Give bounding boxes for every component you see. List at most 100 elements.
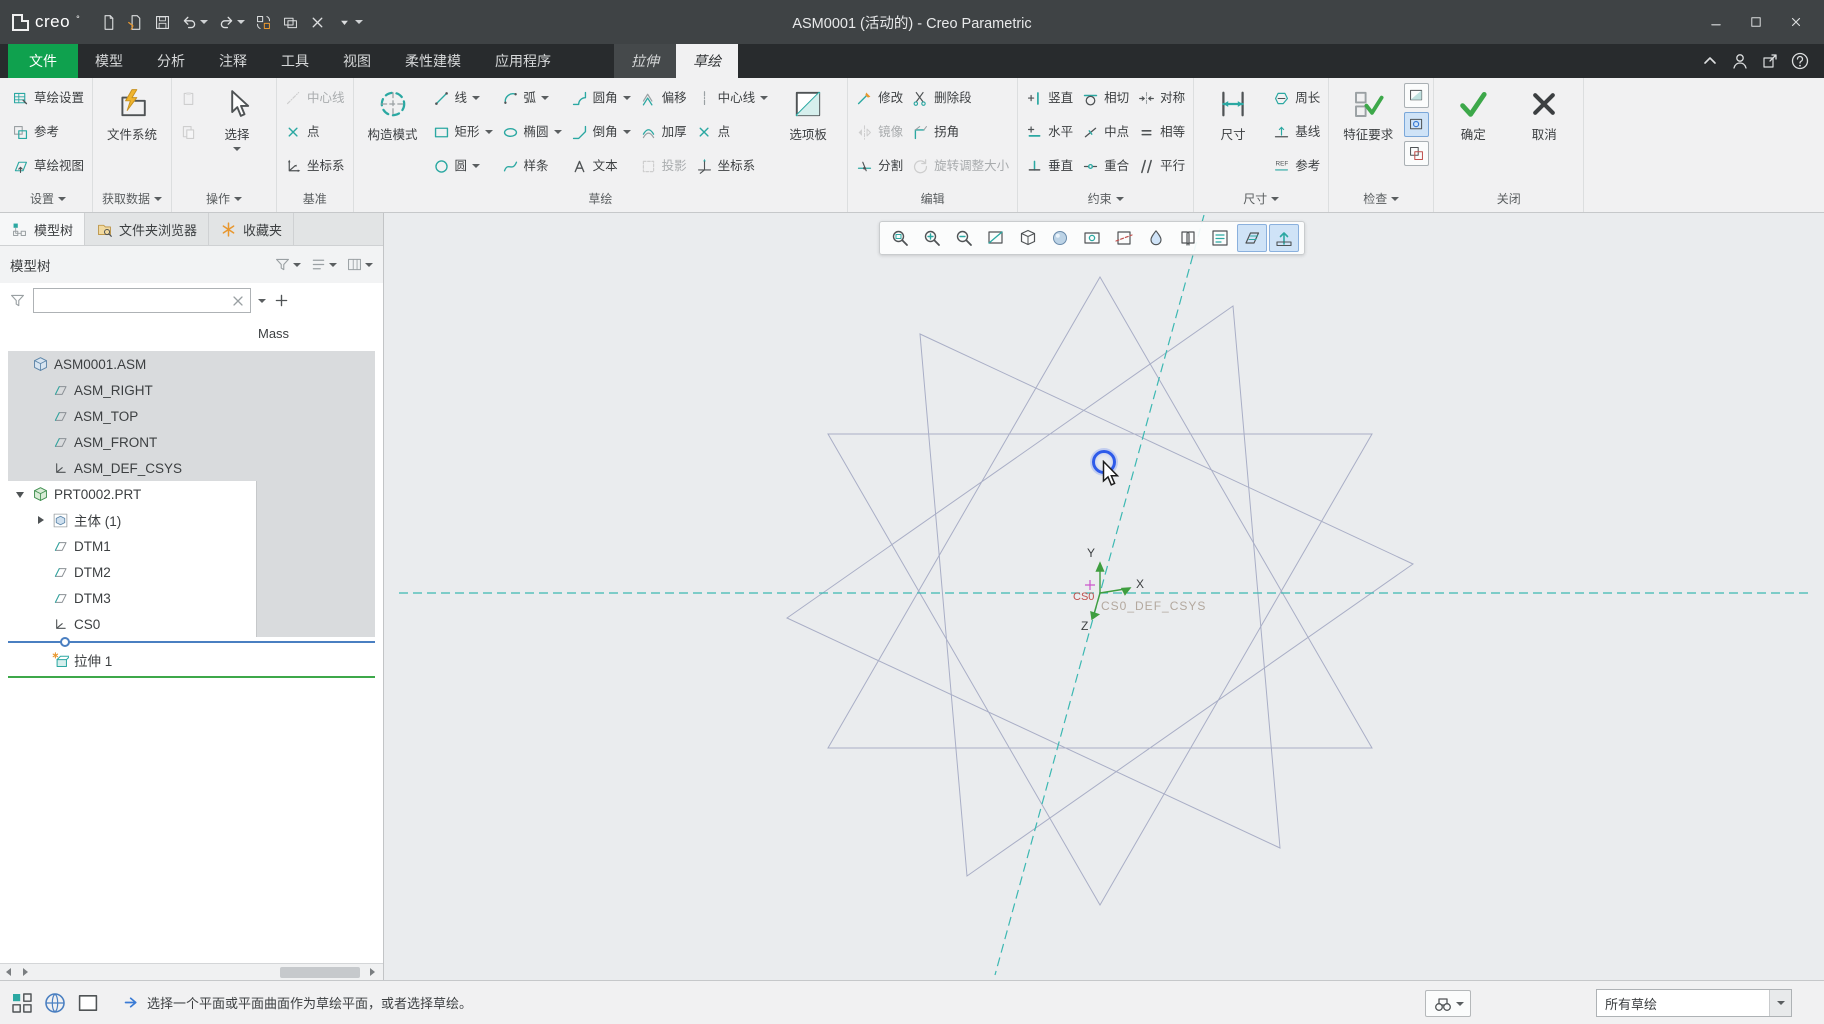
centerline2-button[interactable]: 中心线 — [692, 81, 773, 115]
symmetric-button[interactable]: 对称 — [1134, 81, 1189, 115]
point-button[interactable]: 点 — [281, 115, 349, 149]
tree-item[interactable]: DTM3 — [8, 585, 375, 611]
spline-button[interactable]: 样条 — [498, 149, 566, 183]
close-model-button[interactable] — [305, 9, 330, 35]
share-button[interactable] — [1760, 51, 1780, 71]
text-button[interactable]: 文本 — [567, 149, 635, 183]
ellipse-button[interactable]: 椭圆 — [498, 115, 566, 149]
sketch-view-button[interactable]: 草绘视图 — [8, 149, 88, 183]
dropdown-caret-icon[interactable] — [484, 130, 493, 134]
new-file-button[interactable] — [96, 9, 121, 35]
select-button[interactable]: 选择 — [202, 81, 272, 151]
windows-button[interactable] — [278, 9, 303, 35]
paste-button[interactable] — [176, 81, 201, 115]
insert-locator[interactable] — [8, 637, 375, 647]
ribbon-group-label[interactable]: 设置 — [8, 185, 88, 212]
mirror-button[interactable]: 镜像 — [852, 115, 907, 149]
dropdown-caret-icon[interactable] — [622, 96, 631, 100]
navigator-toggle-icon[interactable] — [10, 991, 34, 1015]
columns-display-button[interactable] — [346, 256, 373, 273]
rotate-resize-button[interactable]: 旋转调整大小 — [908, 149, 1013, 183]
tree-horizontal-scrollbar[interactable] — [0, 963, 383, 980]
minimize-button[interactable] — [1696, 7, 1736, 37]
redraw-button[interactable] — [981, 224, 1011, 252]
graphics-area[interactable]: Y X Z CS0 CS0_DEF_CSYS — [385, 213, 1824, 980]
tab-6[interactable]: 视图 — [326, 44, 388, 78]
open-file-button[interactable] — [123, 9, 148, 35]
sketch-setup-button[interactable]: 草绘设置 — [8, 81, 88, 115]
csys-button[interactable]: 坐标系 — [281, 149, 349, 183]
dropdown-caret-icon[interactable] — [760, 96, 769, 100]
fillet-button[interactable]: 圆角 — [567, 81, 635, 115]
dimension-button[interactable]: 尺寸 — [1198, 81, 1268, 143]
ribbon-group-label[interactable]: 操作 — [176, 185, 272, 212]
navigator-tab-model-tree[interactable]: 模型树 — [0, 213, 86, 245]
tab-5[interactable]: 工具 — [264, 44, 326, 78]
clear-search-icon[interactable] — [230, 293, 246, 309]
dropdown-caret-icon[interactable] — [553, 130, 562, 134]
maximize-button[interactable] — [1736, 7, 1776, 37]
line-button[interactable]: 线 — [429, 81, 497, 115]
palette-button[interactable]: 选项板 — [773, 81, 843, 143]
tab-3[interactable]: 分析 — [140, 44, 202, 78]
zoom-out-button[interactable] — [949, 224, 979, 252]
arc-button[interactable]: 弧 — [498, 81, 566, 115]
user-button[interactable] — [1730, 51, 1750, 71]
filter-settings-button[interactable] — [274, 256, 301, 273]
tab-8[interactable]: 应用程序 — [478, 44, 568, 78]
tree-item[interactable]: ASM_TOP — [8, 403, 375, 429]
tree-item[interactable]: ASM_RIGHT — [8, 377, 375, 403]
web-browser-icon[interactable] — [43, 991, 67, 1015]
perimeter-button[interactable]: 周长 — [1269, 81, 1324, 115]
references-button[interactable]: 参考 — [8, 115, 88, 149]
sketch-display-button[interactable] — [1237, 224, 1267, 252]
ribbon-group-label[interactable]: 获取数据 — [97, 185, 167, 212]
rectangle-button[interactable]: 矩形 — [429, 115, 497, 149]
appearance-button[interactable] — [1141, 224, 1171, 252]
tab-2[interactable]: 模型 — [78, 44, 140, 78]
tab-1[interactable]: 文件 — [8, 44, 78, 78]
feature-req-button[interactable]: 特征要求 — [1333, 81, 1403, 143]
equal-button[interactable]: 相等 — [1134, 115, 1189, 149]
scroll-right-end-button[interactable] — [364, 964, 381, 980]
scrollbar-thumb[interactable] — [280, 967, 360, 978]
scroll-left-button[interactable] — [0, 964, 17, 980]
inspect-overlap-toggle-button[interactable] — [1404, 141, 1430, 166]
add-filter-icon[interactable] — [273, 292, 290, 309]
tree-item[interactable]: ASM_FRONT — [8, 429, 375, 455]
clipboard-button[interactable] — [176, 115, 201, 149]
sketch-canvas[interactable] — [385, 213, 1824, 980]
midpoint-button[interactable]: 中点 — [1078, 115, 1133, 149]
search-input[interactable] — [34, 289, 250, 312]
chamfer-button[interactable]: 倒角 — [567, 115, 635, 149]
undo-button[interactable] — [177, 9, 212, 35]
dropdown-caret-icon[interactable] — [233, 147, 242, 151]
modify-button[interactable]: 修改 — [852, 81, 907, 115]
coincident-button[interactable]: 重合 — [1078, 149, 1133, 183]
dropdown-caret-icon[interactable] — [622, 130, 631, 134]
redo-button[interactable] — [214, 9, 249, 35]
point2-button[interactable]: 点 — [692, 115, 773, 149]
tab-7[interactable]: 柔性建模 — [388, 44, 478, 78]
tree-item[interactable]: 主体 (1) — [8, 507, 375, 533]
search-options-caret-icon[interactable] — [258, 298, 266, 303]
close-button[interactable] — [1776, 7, 1816, 37]
collapse-ribbon-button[interactable] — [1700, 51, 1720, 71]
horizontal-button[interactable]: 水平 — [1022, 115, 1077, 149]
tab-10[interactable]: 草绘 — [676, 44, 738, 78]
tangent-button[interactable]: 相切 — [1078, 81, 1133, 115]
list-settings-button[interactable] — [310, 256, 337, 273]
ribbon-group-label[interactable]: 约束 — [1022, 185, 1189, 212]
expander-icon[interactable] — [34, 514, 47, 527]
zoom-in-button[interactable] — [917, 224, 947, 252]
navigator-tab-folder-browser[interactable]: 文件夹浏览器 — [85, 213, 210, 245]
tree-item[interactable]: ASM0001.ASM — [8, 351, 375, 377]
navigator-tab-favorites[interactable]: 收藏夹 — [209, 213, 295, 245]
centerline-button[interactable]: 中心线 — [281, 81, 349, 115]
ribbon-group-label[interactable]: 尺寸 — [1198, 185, 1324, 212]
capture-button[interactable] — [1077, 224, 1107, 252]
inspect-shade-toggle-button[interactable] — [1404, 83, 1430, 108]
dropdown-caret-icon[interactable] — [472, 96, 481, 100]
dropdown-caret-icon[interactable] — [541, 96, 550, 100]
tree-item[interactable]: PRT0002.PRT — [8, 481, 375, 507]
